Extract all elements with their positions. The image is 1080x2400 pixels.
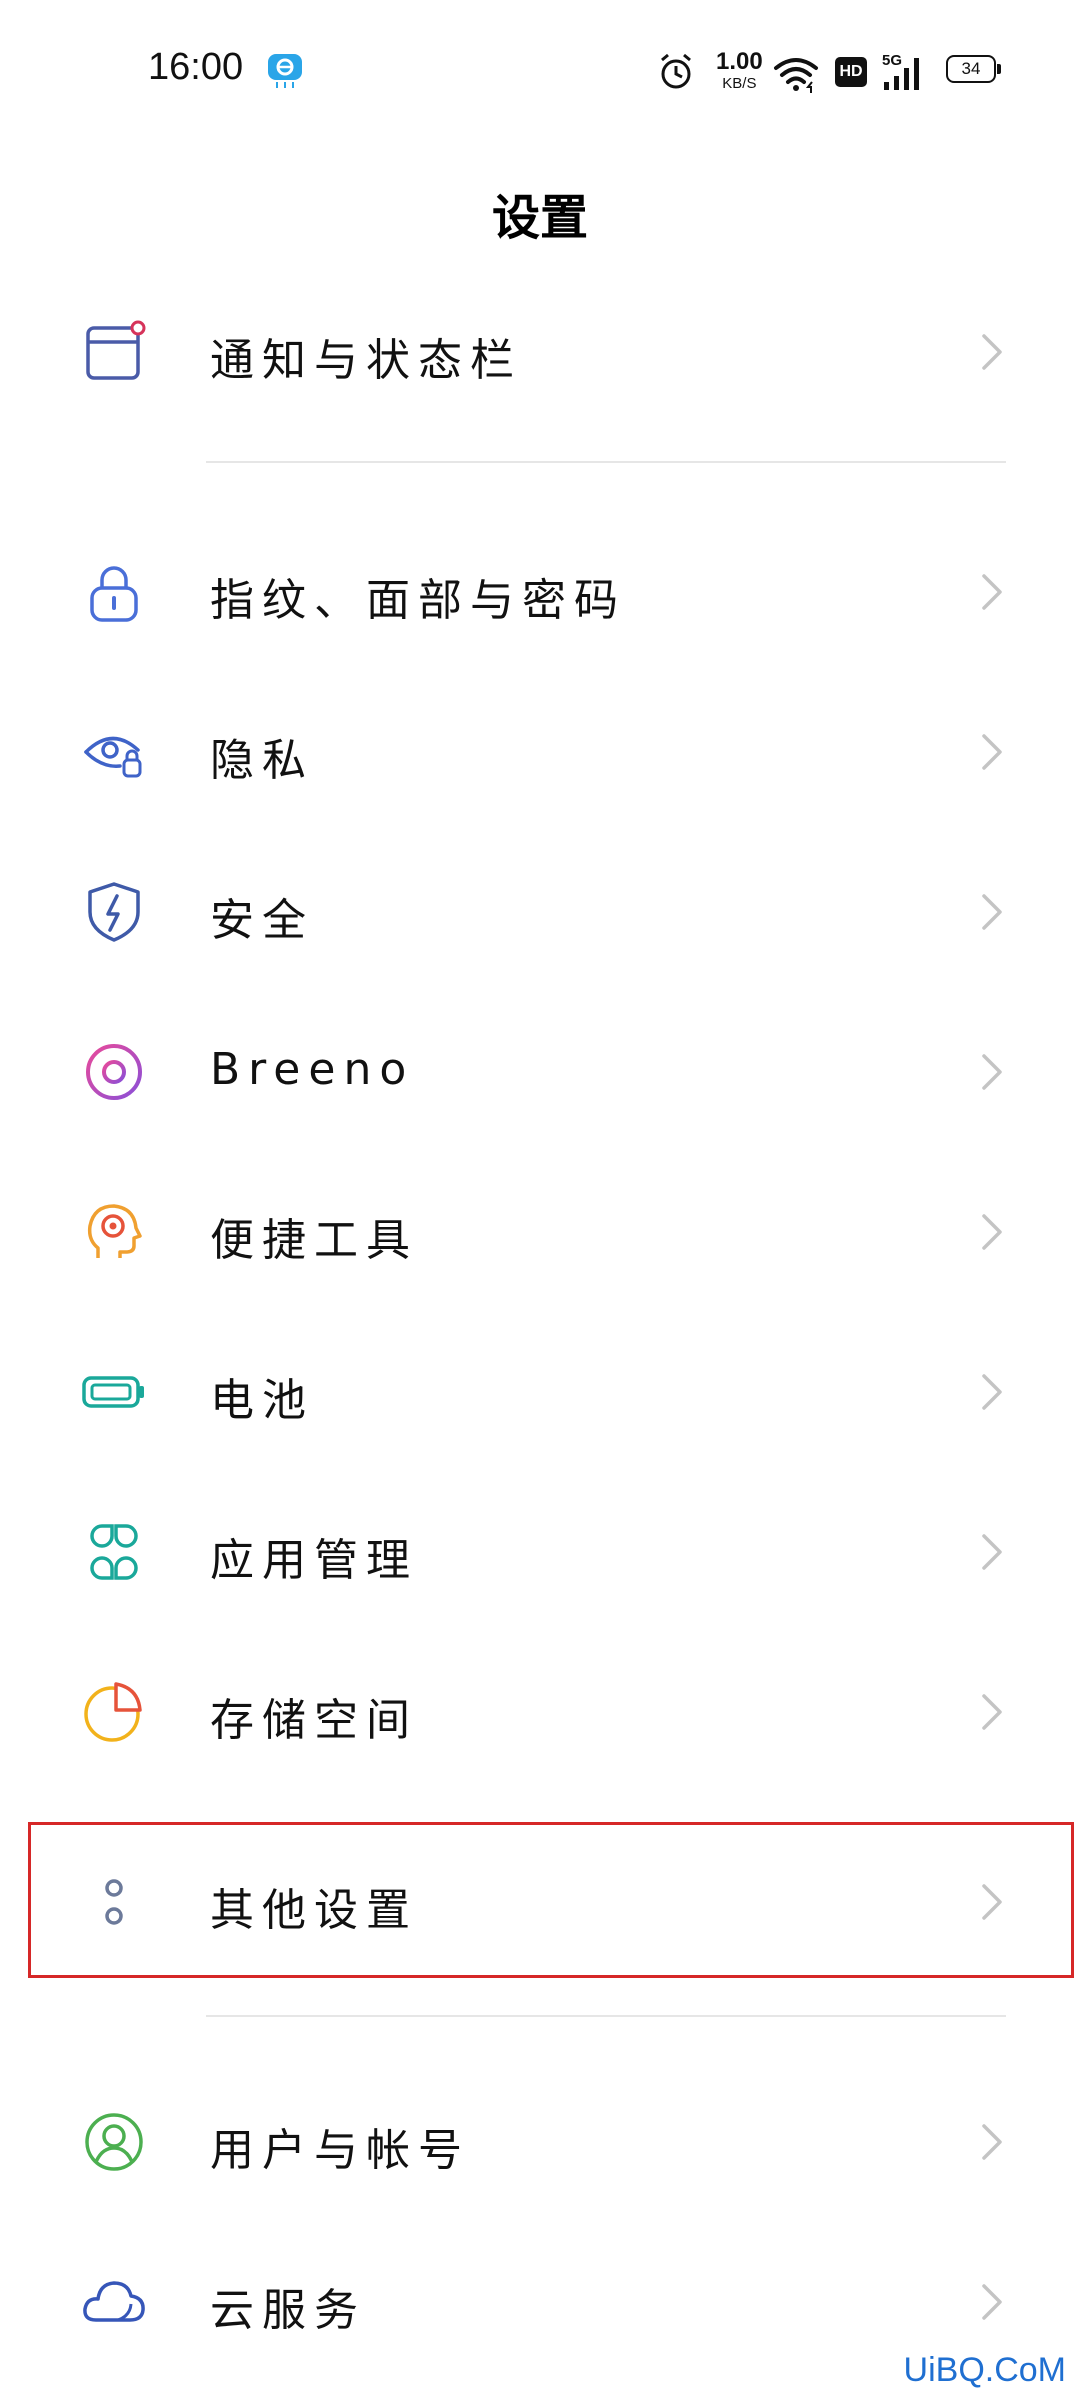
settings-item-label: 云服务 [210,2285,366,2336]
chevron-right-icon [982,894,1002,930]
settings-item-app-management[interactable]: 应用管理 [0,1470,1080,1630]
chevron-right-icon [982,734,1002,770]
chevron-right-icon [982,1534,1002,1570]
settings-item-convenience-tools[interactable]: 便捷工具 [0,1150,1080,1310]
settings-item-label: 用户与帐号 [210,2125,470,2176]
network-speed: 1.00 KB/S [716,48,763,92]
settings-item-label: 便捷工具 [210,1215,418,1266]
status-bar: 16:00 1.00 KB/S HD 5G 34 [0,0,1080,140]
lock-icon [90,566,138,622]
settings-item-label: 其他设置 [210,1885,418,1936]
chevron-right-icon [982,1884,1002,1920]
user-account-icon [85,2113,143,2171]
privacy-eye-lock-icon [84,736,142,778]
pie-chart-icon [84,1682,142,1742]
signal-strength-icon [884,58,919,90]
shield-icon [88,882,140,942]
network-speed-value: 1.00 [716,48,763,75]
settings-item-users-accounts[interactable]: 用户与帐号 [0,2060,1080,2220]
battery-icon [82,1376,144,1408]
chevron-right-icon [982,1214,1002,1250]
settings-item-notifications[interactable]: 通知与状态栏 [0,270,1080,430]
apps-grid-icon [90,1524,138,1580]
settings-item-label: 指纹、面部与密码 [210,575,626,626]
settings-item-battery[interactable]: 电池 [0,1310,1080,1470]
chevron-right-icon [982,1374,1002,1410]
chevron-right-icon [982,1054,1002,1090]
settings-item-label: 应用管理 [210,1535,418,1586]
status-time: 16:00 [148,46,244,88]
section-divider [206,461,1006,463]
settings-item-label: 通知与状态栏 [210,335,522,386]
settings-item-other-settings[interactable]: 其他设置 [0,1820,1080,1980]
app-notification-icon [268,54,302,88]
settings-item-privacy[interactable]: 隐私 [0,670,1080,830]
cloud-icon [83,2281,145,2322]
settings-item-breeno[interactable]: Breeno [0,990,1080,1150]
chevron-right-icon [982,574,1002,610]
battery-level: 34 [946,55,1001,83]
chevron-right-icon [982,2284,1002,2320]
settings-item-label: 存储空间 [210,1695,418,1746]
more-dots-icon [105,1879,123,1925]
settings-item-label: 隐私 [210,735,314,786]
breeno-ring-icon [86,1044,142,1100]
settings-item-label: 安全 [210,895,314,946]
settings-item-fingerprint-face-password[interactable]: 指纹、面部与密码 [0,510,1080,670]
notification-panel-icon [86,320,146,380]
chevron-right-icon [982,1694,1002,1730]
network-speed-unit: KB/S [722,75,757,92]
head-gear-icon [87,1204,142,1258]
settings-item-label: 电池 [210,1375,314,1426]
hd-voice-badge: HD [835,57,867,87]
chevron-right-icon [982,2124,1002,2160]
watermark: UiBQ.CoM [903,2351,1066,2389]
chevron-right-icon [982,334,1002,370]
alarm-clock-icon [661,53,691,89]
settings-item-label: Breeno [210,1044,415,1095]
settings-item-storage[interactable]: 存储空间 [0,1630,1080,1790]
section-divider [206,2015,1006,2017]
page-title: 设置 [491,190,588,246]
wifi-icon [774,58,818,93]
settings-item-security[interactable]: 安全 [0,830,1080,990]
